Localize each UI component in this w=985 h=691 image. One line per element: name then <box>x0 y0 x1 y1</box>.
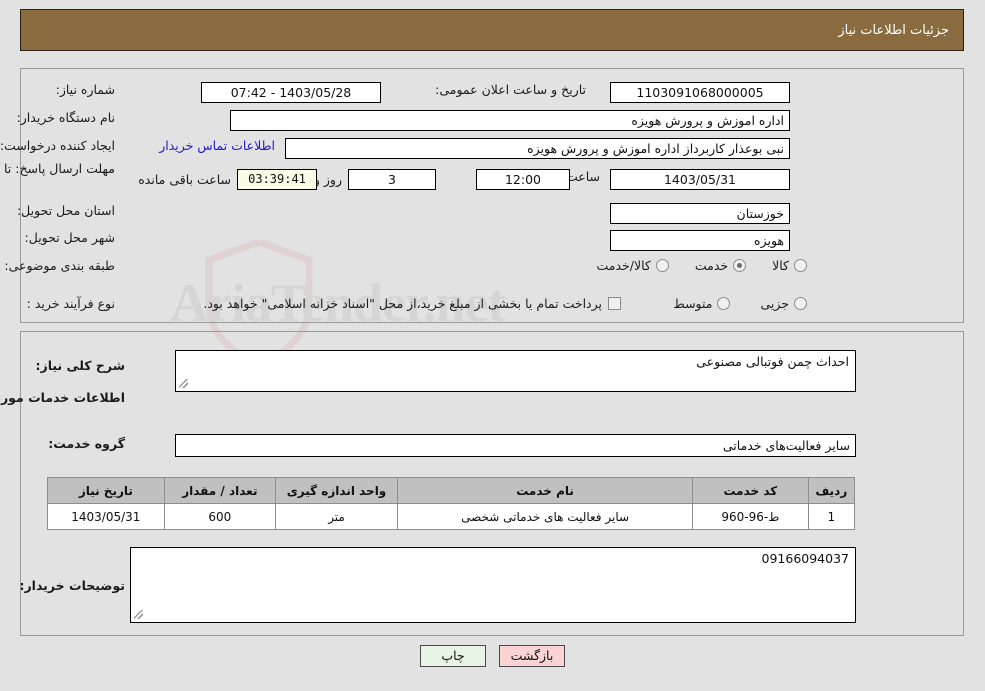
days-remaining-value: 3 <box>348 169 436 190</box>
requester-field-row: نبی بوعذار کاربرداز اداره اموزش و پرورش … <box>285 138 790 159</box>
buyer-org-field-row: اداره اموزش و پرورش هویزه <box>230 110 790 131</box>
requester-value[interactable]: نبی بوعذار کاربرداز اداره اموزش و پرورش … <box>285 138 790 159</box>
col-row-no: ردیف <box>807 477 856 504</box>
buyer-comments-label-row: توضیحات خریدار: <box>19 578 125 593</box>
category-option-kala-khedmat-label: کالا/خدمت <box>596 258 651 273</box>
announce-label-row: تاریخ و ساعت اعلان عمومی: <box>435 82 586 97</box>
page-root: AriaTender.net جزئیات اطلاعات نیاز شماره… <box>0 0 985 691</box>
service-group-label-row: گروه خدمت: <box>48 436 125 451</box>
treasury-checkbox-icon[interactable] <box>608 297 621 310</box>
treasury-checkbox-row[interactable]: پرداخت تمام یا بخشی از مبلغ خرید،از محل … <box>203 296 621 311</box>
need-number-label: شماره نیاز: <box>55 82 115 97</box>
countdown-timer-value: 03:39:41 <box>237 169 317 190</box>
col-quantity: تعداد / مقدار <box>163 477 277 504</box>
category-label-row: طبقه بندی موضوعی: <box>4 258 115 273</box>
process-option-motevaset-label: متوسط <box>673 296 713 311</box>
buyer-org-label-row: نام دستگاه خریدار: <box>17 110 115 125</box>
city-label-row: شهر محل تحویل: <box>25 230 115 245</box>
requester-label: ایجاد کننده درخواست: <box>0 138 115 153</box>
table-header-row: ردیف کد خدمت نام خدمت واحد اندازه گیری ت… <box>47 477 856 504</box>
contact-link-row: اطلاعات تماس خریدار <box>159 138 275 153</box>
cell-need-date: 1403/05/31 <box>47 503 165 530</box>
radio-jozei-icon[interactable] <box>794 297 807 310</box>
announce-datetime-value[interactable]: 1403/05/28 - 07:42 <box>201 82 381 103</box>
need-number-value[interactable]: 1103091068000005 <box>610 82 790 103</box>
city-field-row: هویزه <box>610 230 790 251</box>
deadline-date-value[interactable]: 1403/05/31 <box>610 169 790 190</box>
buyer-comments-label: توضیحات خریدار: <box>19 578 125 593</box>
deadline-label: مهلت ارسال پاسخ: تا تاریخ: <box>0 161 115 176</box>
treasury-checkbox-label: پرداخت تمام یا بخشی از مبلغ خرید،از محل … <box>203 296 602 311</box>
cell-row-no: 1 <box>807 503 856 530</box>
radio-kala-khedmat-icon[interactable] <box>655 259 669 272</box>
deadline-date-row: 1403/05/31 <box>610 169 790 190</box>
province-label-row: استان محل تحویل: <box>17 203 115 218</box>
cell-quantity: 600 <box>163 503 277 530</box>
deadline-hour-value[interactable]: 12:00 <box>476 169 570 190</box>
buyer-comments-value[interactable]: 09166094037 <box>130 547 856 623</box>
general-description-label: شرح کلی نیاز: <box>35 358 125 373</box>
process-option-jozei-label: جزیی <box>760 296 789 311</box>
process-options-row: جزیی متوسط <box>673 296 807 311</box>
process-type-label: نوع فرآیند خرید : <box>26 296 115 311</box>
category-option-khedmat[interactable]: خدمت <box>694 258 747 273</box>
col-need-date: تاریخ نیاز <box>47 477 165 504</box>
cell-unit: متر <box>274 503 399 530</box>
buyer-org-value[interactable]: اداره اموزش و پرورش هویزه <box>230 110 790 131</box>
cell-service-code: ط-96-960 <box>692 503 809 530</box>
radio-motevaset-icon[interactable] <box>717 297 731 310</box>
city-label: شهر محل تحویل: <box>24 230 115 245</box>
process-label-row: نوع فرآیند خرید : <box>27 296 115 311</box>
category-option-kala[interactable]: کالا <box>772 258 807 273</box>
announce-field-row: 1403/05/28 - 07:42 <box>201 82 381 103</box>
need-number-field-row: 1103091068000005 <box>610 82 790 103</box>
province-field-row: خوزستان <box>610 203 790 224</box>
need-number-label-row: شماره نیاز: <box>56 82 115 97</box>
table-row: 1 ط-96-960 سایر فعالیت های خدماتی شخصی م… <box>47 503 856 530</box>
category-option-khedmat-label: خدمت <box>694 258 729 273</box>
services-section-title: اطلاعات خدمات مورد نیاز <box>0 390 125 405</box>
need-info-panel <box>20 68 964 323</box>
services-table: ردیف کد خدمت نام خدمت واحد اندازه گیری ت… <box>47 477 856 530</box>
category-label: طبقه بندی موضوعی: <box>4 258 115 273</box>
city-value[interactable]: هویزه <box>610 230 790 251</box>
deadline-hour-label: ساعت <box>565 169 600 184</box>
page-title-text: جزئیات اطلاعات نیاز <box>838 22 949 38</box>
deadline-label-row: مهلت ارسال پاسخ: تا تاریخ: <box>0 160 115 176</box>
radio-kala-icon[interactable] <box>794 259 807 272</box>
buyer-org-label: نام دستگاه خریدار: <box>16 110 115 125</box>
service-group-value[interactable]: سایر فعالیت‌های خدماتی <box>175 434 856 457</box>
deadline-hour-label-row: ساعت <box>566 169 600 184</box>
general-description-value[interactable]: احداث چمن فوتبالی مصنوعی <box>175 350 856 392</box>
days-remaining-row: 3 روز و <box>314 169 436 190</box>
services-section-title-row: اطلاعات خدمات مورد نیاز <box>0 390 125 405</box>
back-button[interactable]: بازگشت <box>499 645 565 667</box>
province-label: استان محل تحویل: <box>16 203 115 218</box>
timer-row: 03:39:41 ساعت باقی مانده <box>138 169 317 190</box>
requester-label-row: ایجاد کننده درخواست: <box>0 138 115 153</box>
page-title: جزئیات اطلاعات نیاز <box>20 9 964 51</box>
buyer-contact-link[interactable]: اطلاعات تماس خریدار <box>159 138 275 153</box>
category-option-kala-khedmat[interactable]: کالا/خدمت <box>596 258 669 273</box>
announce-datetime-label: تاریخ و ساعت اعلان عمومی: <box>435 82 586 97</box>
category-option-kala-label: کالا <box>772 258 789 273</box>
province-value[interactable]: خوزستان <box>610 203 790 224</box>
print-button[interactable]: چاپ <box>420 645 486 667</box>
process-option-motevaset[interactable]: متوسط <box>673 296 731 311</box>
footer-button-bar: بازگشت چاپ <box>0 645 985 667</box>
col-service-name: نام خدمت <box>397 477 694 504</box>
process-option-jozei[interactable]: جزیی <box>760 296 807 311</box>
general-desc-label-row: شرح کلی نیاز: <box>36 358 125 373</box>
cell-service-name: سایر فعالیت های خدماتی شخصی <box>397 503 694 530</box>
hours-remaining-label: ساعت باقی مانده <box>138 172 231 187</box>
service-group-label: گروه خدمت: <box>48 436 125 451</box>
deadline-hour-row: 12:00 <box>476 169 570 190</box>
radio-khedmat-icon[interactable] <box>733 259 747 272</box>
col-unit: واحد اندازه گیری <box>274 477 399 504</box>
category-options-row: کالا خدمت کالا/خدمت <box>596 258 807 273</box>
col-service-code: کد خدمت <box>692 477 809 504</box>
days-remaining-label: روز و <box>313 172 342 187</box>
